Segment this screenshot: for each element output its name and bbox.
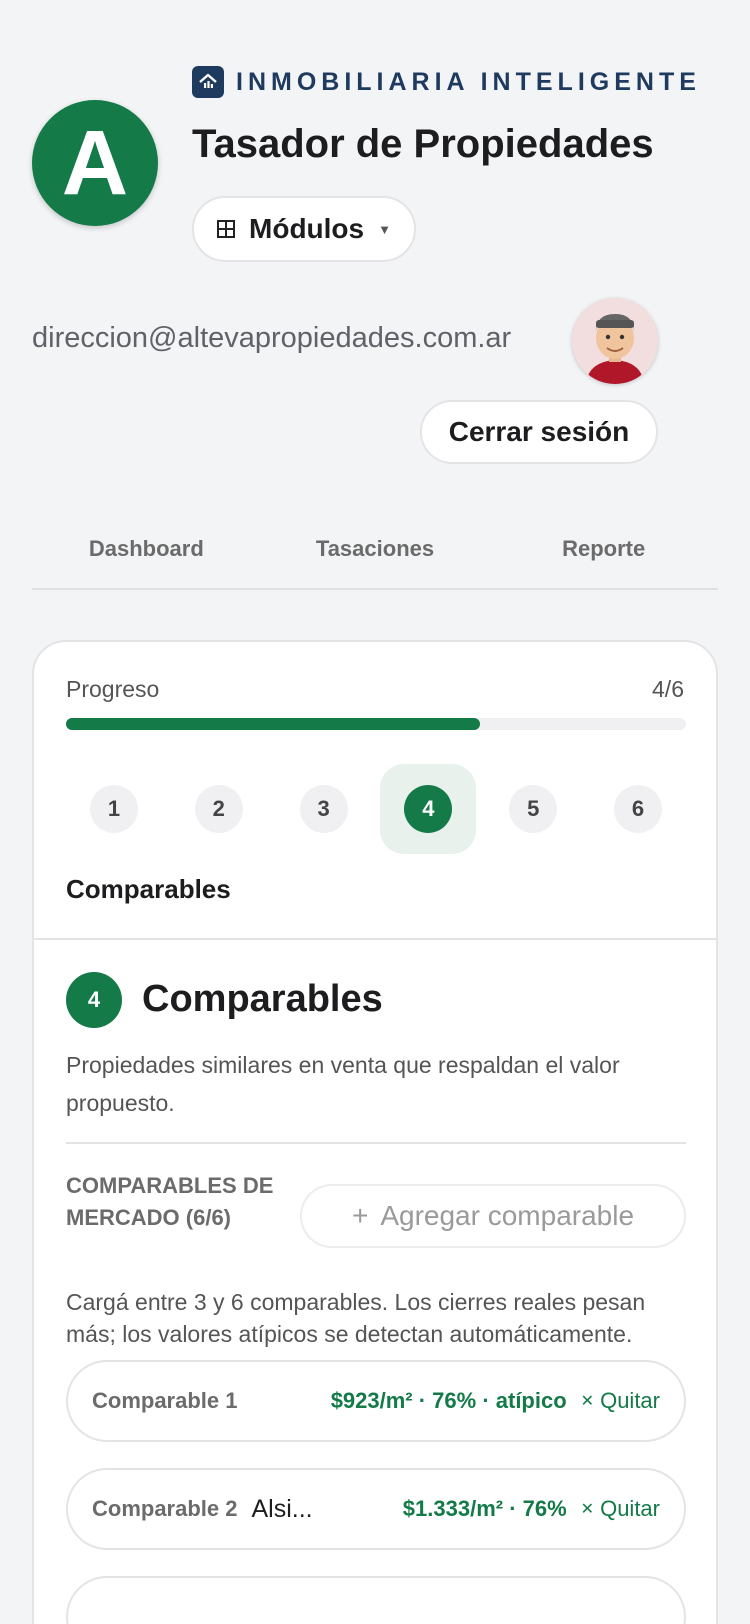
progress-bar [66,718,686,730]
brand-header: INMOBILIARIA INTELIGENTE [192,66,701,98]
plus-icon: + [351,1200,369,1231]
page-title: Tasador de Propiedades [192,122,654,166]
step-number: 5 [509,785,558,833]
remove-label: Quitar [600,1388,660,1413]
step-number: 1 [90,785,138,833]
modules-label: Módulos [249,213,365,244]
progress-count: 4/6 [652,676,684,702]
comparable-address: Alsi... [251,1494,313,1523]
app-logo: A [32,100,158,226]
tab-dashboard[interactable]: Dashboard [32,520,261,588]
house-chart-icon [192,66,224,98]
brand-name: INMOBILIARIA INTELIGENTE [236,67,701,96]
user-email: direccion@altevapropiedades.com.ar [32,322,512,354]
comparable-row[interactable] [66,1576,686,1624]
step-number: 2 [194,785,243,833]
step-number: 4 [404,785,453,833]
comparable-name: Comparable 1 [92,1388,238,1413]
step-number: 6 [613,785,662,833]
step-1[interactable]: 1 [66,764,162,854]
step-indicator: 1 2 3 4 5 6 [66,764,686,854]
chevron-down-icon: ▼ [378,221,391,237]
current-step-name: Comparables [66,874,231,904]
tab-reporte[interactable]: Reporte [489,520,718,588]
divider [34,938,716,940]
remove-comparable-button[interactable]: ✕ Quitar [581,1388,660,1414]
progress-label: Progreso [66,676,160,702]
step-2[interactable]: 2 [171,764,267,854]
comparable-price: $1.333/m² · 76% [402,1496,567,1521]
logo-letter: A [61,111,129,214]
comparable-price: $923/m² · 76% · atípico [330,1388,567,1413]
avatar[interactable] [572,298,658,384]
step-6[interactable]: 6 [590,764,686,854]
tab-tasaciones[interactable]: Tasaciones [261,520,490,588]
comparable-row[interactable]: Comparable 2 Alsi... $1.333/m² · 76% ✕ Q… [66,1468,686,1550]
market-comparables-title: COMPARABLES DE MERCADO (6/6) [66,1173,274,1230]
remove-comparable-button[interactable]: ✕ Quitar [581,1496,660,1522]
step-5[interactable]: 5 [485,764,581,854]
remove-label: Quitar [600,1496,660,1521]
divider [66,1142,686,1144]
comparable-name: Comparable 2 [92,1496,238,1521]
wizard-card: Progreso 4/6 1 2 3 4 5 6 Comparables 4 Compar… [32,640,718,1624]
close-icon: ✕ [580,1501,595,1518]
section-number-badge: 4 [66,972,122,1028]
progress-fill [66,718,480,730]
main-tabs: Dashboard Tasaciones Reporte [32,520,718,590]
add-comparable-label: Agregar comparable [380,1200,635,1231]
step-number: 3 [299,785,348,833]
grid-icon [217,213,236,245]
step-3[interactable]: 3 [276,764,372,854]
modules-button[interactable]: Módulos ▼ [192,196,416,262]
step-4[interactable]: 4 [380,764,477,854]
section-description: Propiedades similares en venta que respa… [66,1052,620,1116]
close-icon: ✕ [580,1393,595,1410]
add-comparable-button[interactable]: + Agregar comparable [300,1184,686,1248]
section-title: Comparables [142,978,383,1020]
comparables-hint: Cargá entre 3 y 6 comparables. Los cierr… [66,1289,646,1347]
comparable-row[interactable]: Comparable 1 $923/m² · 76% · atípico ✕ Q… [66,1360,686,1442]
logout-button[interactable]: Cerrar sesión [420,400,658,464]
